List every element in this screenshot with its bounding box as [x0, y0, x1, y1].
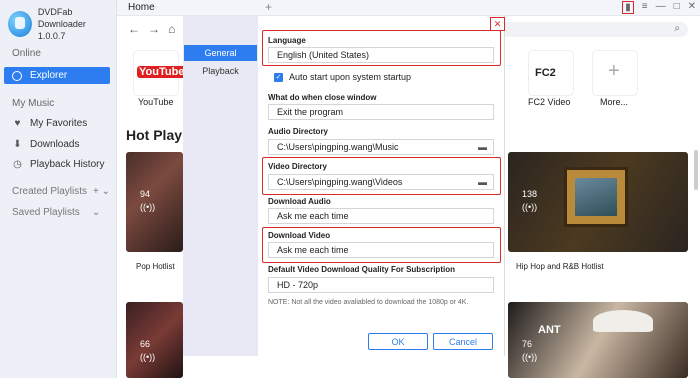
artwork-text: ANT [538, 324, 561, 336]
playlist-card[interactable]: ANT 76 ((•)) [508, 302, 688, 378]
app-version: 1.0.0.7 [37, 31, 66, 41]
fc2-site-tile[interactable]: FC2 [528, 50, 574, 96]
heart-icon: ♥ [14, 118, 21, 129]
audio-directory-label: Audio Directory [268, 127, 329, 136]
online-header: Online [12, 48, 41, 59]
cancel-button[interactable]: Cancel [433, 333, 493, 350]
home-icon[interactable]: ⌂ [168, 22, 175, 36]
download-audio-select[interactable]: Ask me each time [268, 208, 494, 224]
sidebar-item-favorites[interactable]: ♥ My Favorites [12, 118, 88, 129]
download-icon: ⬇ [13, 139, 22, 150]
scrollbar[interactable] [694, 150, 698, 190]
sidebar-item-label: Playback History [30, 159, 105, 170]
sidebar-item-explorer[interactable]: Explorer [4, 67, 110, 84]
close-window-label: What do when close window [268, 93, 377, 102]
playlist-title: Hip Hop and R&B Hotlist [516, 262, 604, 271]
quality-note: NOTE: Not all the video avaliabled to do… [268, 299, 469, 306]
broadcast-icon: ((•)) [140, 202, 156, 212]
youtube-logo-text: YouTube [137, 66, 187, 78]
auto-start-label: Auto start upon system startup [289, 72, 412, 82]
saved-playlists-label: Saved Playlists [12, 207, 80, 218]
more-label: More... [600, 97, 629, 107]
created-playlists[interactable]: Created Playlists + ⌄ [12, 186, 110, 197]
history-icon: ◷ [13, 159, 22, 170]
auto-start-checkbox[interactable]: ✓ Auto start upon system startup [274, 72, 411, 82]
audio-directory-field[interactable]: C:\Users\pingping.wang\Music ▬ [268, 139, 494, 155]
search-input[interactable]: ⌕ [488, 22, 688, 37]
sidebar-item-label: Explorer [30, 70, 68, 81]
plus-icon: + [608, 60, 620, 82]
checkbox-checked-icon: ✓ [274, 72, 283, 82]
broadcast-icon: ((•)) [140, 352, 156, 362]
folder-icon[interactable]: ▬ [478, 142, 487, 152]
track-count: 138 [522, 189, 538, 199]
sidebar-item-label: My Favorites [30, 118, 88, 129]
search-icon[interactable]: ⌕ [674, 23, 680, 34]
settings-icon[interactable]: ▮ [622, 1, 634, 14]
artwork-frame [564, 167, 628, 227]
youtube-logo-icon: YouTube [137, 66, 187, 80]
more-sites-tile[interactable]: + [592, 50, 638, 96]
language-label: Language [268, 36, 306, 45]
dialog-close-icon[interactable]: ✕ [490, 17, 505, 31]
new-tab-icon[interactable]: + [265, 0, 272, 14]
ok-button[interactable]: OK [368, 333, 428, 350]
mymusic-header: My Music [12, 98, 55, 109]
tab-bar: Home + ▮ ≡ — □ ✕ [117, 0, 700, 16]
chevron-down-icon[interactable]: ⌄ [92, 207, 100, 218]
track-count: 94 [140, 189, 151, 199]
video-directory-value: C:\Users\pingping.wang\Videos [277, 177, 403, 187]
broadcast-icon: ((•)) [522, 202, 538, 212]
window-controls: ▮ ≡ — □ ✕ [622, 1, 696, 14]
add-chevron-icon[interactable]: + ⌄ [93, 186, 110, 197]
track-count: 66 [140, 339, 151, 349]
playlist-title: Pop Hotlist [136, 262, 175, 271]
download-audio-label: Download Audio [268, 197, 331, 206]
video-directory-field[interactable]: C:\Users\pingping.wang\Videos ▬ [268, 174, 494, 190]
fc2-label: FC2 Video [528, 97, 571, 107]
playlist-card[interactable]: 138 ((•)) [508, 152, 688, 252]
sidebar-item-history[interactable]: ◷ Playback History [12, 159, 104, 170]
fc2-logo-icon: FC2 [535, 67, 556, 79]
video-directory-label: Video Directory [268, 162, 327, 171]
settings-tab-playback[interactable]: Playback [184, 64, 257, 78]
quality-select[interactable]: HD - 720p [268, 277, 494, 293]
maximize-icon[interactable]: □ [674, 1, 680, 14]
close-icon[interactable]: ✕ [688, 1, 696, 14]
track-count: 76 [522, 339, 533, 349]
menu-icon[interactable]: ≡ [642, 1, 648, 14]
artwork-hat [593, 310, 653, 332]
folder-icon[interactable]: ▬ [478, 177, 487, 187]
sidebar-item-downloads[interactable]: ⬇ Downloads [12, 139, 79, 150]
download-video-select[interactable]: Ask me each time [268, 242, 494, 258]
playlist-card[interactable]: 94 ((•)) [126, 152, 183, 252]
tab-home[interactable]: Home [128, 2, 155, 13]
dvdfab-logo-icon [8, 11, 32, 37]
forward-icon[interactable]: → [148, 22, 160, 36]
language-select[interactable]: English (United States) [268, 47, 494, 63]
sidebar: DVDFab Downloader 1.0.0.7 Online Explore… [0, 0, 117, 378]
created-playlists-label: Created Playlists [12, 186, 88, 197]
youtube-site-tile[interactable]: YouTube [133, 50, 187, 96]
close-window-select[interactable]: Exit the program [268, 104, 494, 120]
back-icon[interactable]: ← [128, 22, 140, 36]
playlist-card[interactable]: 66 ((•)) [126, 302, 183, 378]
minimize-icon[interactable]: — [656, 1, 666, 14]
app-name: DVDFab Downloader [37, 7, 86, 29]
saved-playlists[interactable]: Saved Playlists ⌄ [12, 207, 100, 218]
broadcast-icon: ((•)) [522, 352, 538, 362]
youtube-label: YouTube [138, 97, 174, 107]
quality-label: Default Video Download Quality For Subsc… [268, 265, 455, 274]
globe-icon [12, 70, 22, 81]
audio-directory-value: C:\Users\pingping.wang\Music [277, 142, 399, 152]
download-video-label: Download Video [268, 231, 331, 240]
settings-tab-general[interactable]: General [184, 45, 257, 61]
sidebar-item-label: Downloads [30, 139, 80, 150]
brand: DVDFab Downloader 1.0.0.7 [8, 6, 116, 42]
